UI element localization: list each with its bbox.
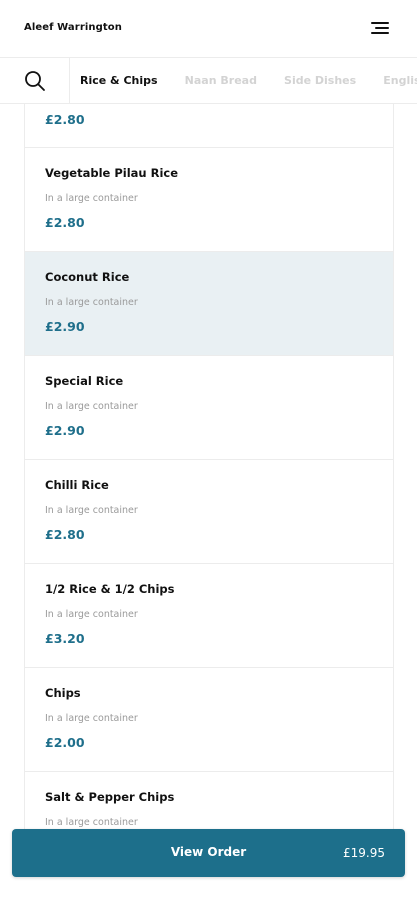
- item-description: In a large container: [45, 713, 138, 724]
- item-description: In a large container: [45, 193, 138, 204]
- search-button[interactable]: [0, 58, 70, 103]
- item-description: In a large container: [45, 401, 138, 412]
- view-order-button[interactable]: View Order £19.95: [12, 829, 405, 877]
- menu-item[interactable]: Chilli Rice In a large container £2.80: [25, 460, 393, 564]
- tab-rice-and-chips[interactable]: Rice & Chips: [80, 58, 158, 103]
- restaurant-name: Aleef Warrington: [24, 22, 122, 33]
- search-icon: [25, 71, 45, 91]
- menu-item[interactable]: Vegetable Pilau Rice In a large containe…: [25, 148, 393, 252]
- item-name: Coconut Rice: [45, 270, 130, 284]
- item-name: Salt & Pepper Chips: [45, 790, 175, 804]
- item-price: £2.90: [45, 319, 85, 334]
- menu-item[interactable]: Chips In a large container £2.00: [25, 668, 393, 772]
- menu-line: [371, 32, 389, 34]
- tab-english-dishes[interactable]: English D: [383, 58, 417, 103]
- category-tabs: Rice & Chips Naan Bread Side Dishes Engl…: [70, 58, 417, 103]
- item-price: £2.00: [45, 735, 85, 750]
- menu-line: [375, 27, 389, 29]
- menu-item-highlighted[interactable]: Coconut Rice In a large container £2.90: [25, 252, 393, 356]
- item-name: Special Rice: [45, 374, 124, 388]
- order-total: £19.95: [343, 846, 385, 860]
- hamburger-menu-icon[interactable]: [369, 20, 389, 36]
- tab-side-dishes[interactable]: Side Dishes: [284, 58, 356, 103]
- tab-naan-bread[interactable]: Naan Bread: [185, 58, 257, 103]
- item-price: £2.90: [45, 423, 85, 438]
- item-description: In a large container: [45, 297, 138, 308]
- menu-line: [371, 22, 389, 24]
- category-bar: Rice & Chips Naan Bread Side Dishes Engl…: [0, 58, 417, 104]
- item-name: Vegetable Pilau Rice: [45, 166, 179, 180]
- menu-item[interactable]: Special Rice In a large container £2.90: [25, 356, 393, 460]
- item-description: In a large container: [45, 505, 138, 516]
- item-name: Chilli Rice: [45, 478, 109, 492]
- app-root: Aleef Warrington Rice & Chips Naan Bread…: [0, 0, 417, 900]
- menu-item-list: £2.80 Vegetable Pilau Rice In a large co…: [24, 104, 394, 876]
- item-price: £2.80: [45, 215, 85, 230]
- item-name: 1/2 Rice & 1/2 Chips: [45, 582, 175, 596]
- item-price: £2.80: [45, 112, 85, 127]
- item-description: In a large container: [45, 817, 138, 828]
- item-name: Chips: [45, 686, 81, 700]
- menu-item[interactable]: £2.80: [25, 104, 393, 148]
- item-description: In a large container: [45, 609, 138, 620]
- item-price: £2.80: [45, 527, 85, 542]
- app-header: Aleef Warrington: [0, 0, 417, 58]
- menu-item[interactable]: 1/2 Rice & 1/2 Chips In a large containe…: [25, 564, 393, 668]
- item-price: £3.20: [45, 631, 85, 646]
